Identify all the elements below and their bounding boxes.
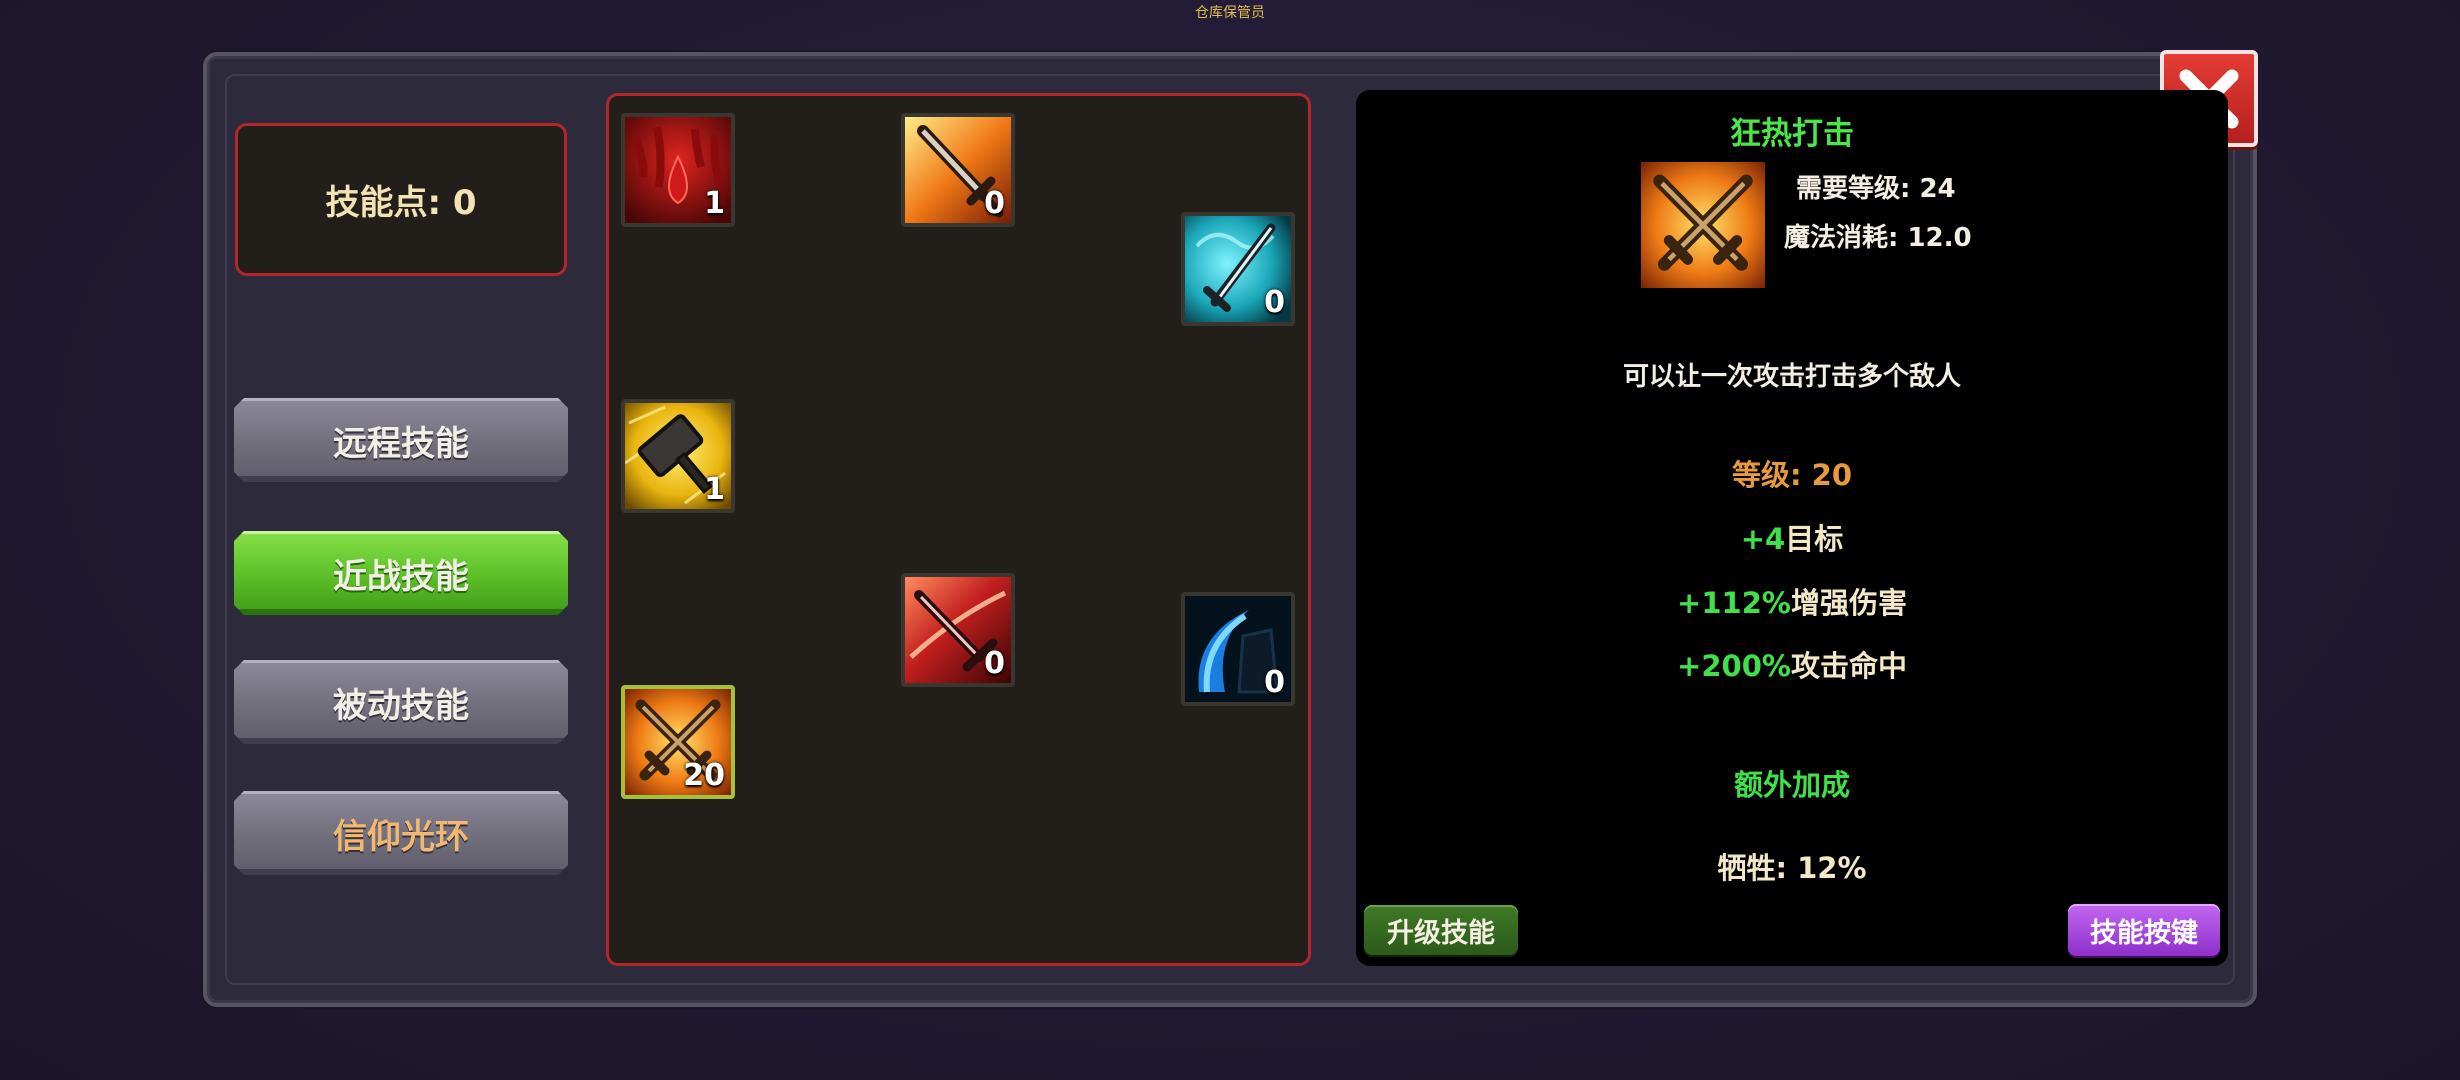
tab-label: 远程技能 <box>333 423 469 464</box>
crossed-swords-icon <box>1641 162 1765 288</box>
skill-slot-blue-crescent[interactable]: 0 <box>1181 592 1295 706</box>
upgrade-skill-button[interactable]: 升级技能 <box>1364 905 1518 955</box>
bonus-label: 目标 <box>1785 522 1844 556</box>
skill-name: 狂热打击 <box>1730 116 1854 152</box>
skill-level: 20 <box>683 758 725 793</box>
skill-level: 0 <box>1264 285 1285 320</box>
skill-level-line: 等级: 20 <box>1731 458 1853 492</box>
window-title: 仓库保管员 <box>1195 5 1265 21</box>
skill-level: 1 <box>704 186 725 221</box>
skill-slot-crossed-swords[interactable]: 20 <box>621 685 735 799</box>
upgrade-label: 升级技能 <box>1387 917 1495 949</box>
required-level: 需要等级: 24 <box>1796 174 1956 204</box>
skill-level: 0 <box>984 186 1005 221</box>
tab-faith-aura[interactable]: 信仰光环 <box>234 791 568 875</box>
skill-level: 0 <box>1264 665 1285 700</box>
bonus-hit: +200%攻击命中 <box>1356 643 2228 685</box>
skill-level: 1 <box>704 472 725 507</box>
bonus-damage: +112%增强伤害 <box>1356 580 2228 622</box>
tab-passive-skills[interactable]: 被动技能 <box>234 660 568 744</box>
skill-level: 0 <box>984 646 1005 681</box>
keybind-label: 技能按键 <box>2090 917 2198 949</box>
skill-detail-panel: 狂热打击 需要等级: 24 魔法消耗: 12.0 可以让一次攻击打击多个敌人 等… <box>1356 90 2228 966</box>
skill-points-label: 技能点: 0 <box>325 183 477 223</box>
tab-label: 近战技能 <box>333 556 469 597</box>
skill-points-display: 技能点: 0 <box>235 123 567 276</box>
skill-slot-blood[interactable]: 1 <box>621 113 735 227</box>
extra-bonus-heading: 额外加成 <box>1733 768 1850 802</box>
detail-skill-icon <box>1641 162 1765 288</box>
bonus-targets: +4目标 <box>1356 516 2228 558</box>
tab-ranged-skills[interactable]: 远程技能 <box>234 398 568 482</box>
skill-slot-war-hammer[interactable]: 1 <box>621 399 735 513</box>
bonus-label: 增强伤害 <box>1790 586 1907 620</box>
skill-slot-flaming-sword[interactable]: 0 <box>901 113 1015 227</box>
bonus-value: +200% <box>1677 649 1791 683</box>
skill-slot-frost-sword[interactable]: 0 <box>1181 212 1295 326</box>
skill-keybind-button[interactable]: 技能按键 <box>2068 904 2220 956</box>
skill-slot-crimson-slash[interactable]: 0 <box>901 573 1015 687</box>
bonus-value: +112% <box>1677 586 1791 620</box>
tab-label: 被动技能 <box>333 685 469 726</box>
tab-label: 信仰光环 <box>333 816 469 857</box>
mana-cost: 魔法消耗: 12.0 <box>1784 223 1972 253</box>
bonus-value: +4 <box>1740 522 1786 556</box>
bonus-label: 攻击命中 <box>1790 649 1907 683</box>
tab-melee-skills[interactable]: 近战技能 <box>234 531 568 615</box>
skill-description: 可以让一次攻击打击多个敌人 <box>1622 362 1961 392</box>
sacrifice-line: 牺牲: 12% <box>1717 851 1867 885</box>
